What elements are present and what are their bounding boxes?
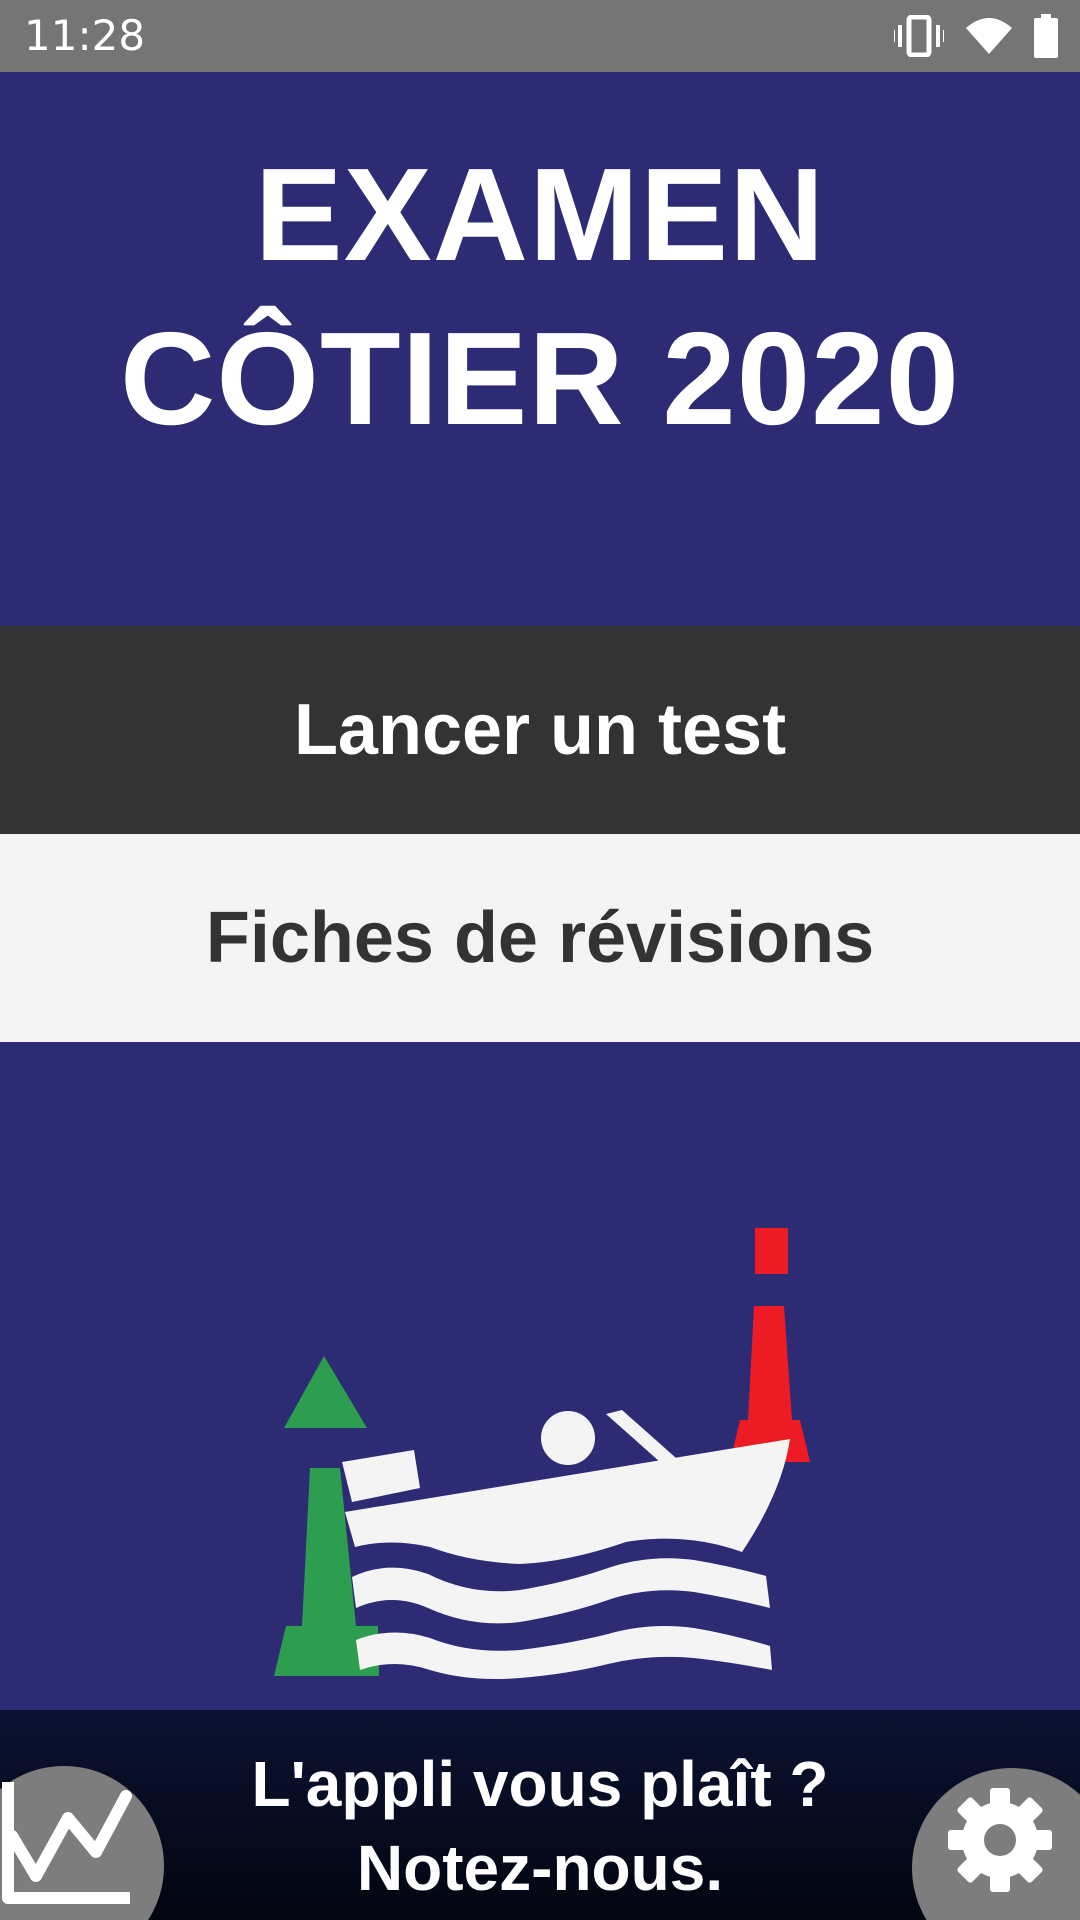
boat-between-buoys-illustration [274, 1228, 810, 1679]
revision-sheets-button[interactable]: Fiches de révisions [0, 834, 1080, 1042]
boat-illustration [0, 1042, 1080, 1710]
boat-icon [342, 1410, 790, 1679]
red-buoy-icon [730, 1228, 810, 1462]
app-header: EXAMEN CÔTIER 2020 [0, 72, 1080, 626]
status-time: 11:28 [24, 11, 146, 60]
rate-app-banner[interactable]: L'appli vous plaît ? Notez-nous. [0, 1710, 1080, 1920]
vibrate-icon [894, 15, 944, 57]
start-test-button[interactable]: Lancer un test [0, 626, 1080, 834]
battery-icon [1034, 14, 1058, 58]
app-title-line-1: EXAMEN [254, 141, 826, 288]
settings-button[interactable] [912, 1768, 1080, 1920]
status-bar: 11:28 [0, 0, 1080, 72]
stats-button[interactable] [0, 1766, 164, 1920]
app-title-line-2: CÔTIER 2020 [120, 305, 960, 452]
status-icons [894, 12, 1058, 60]
stats-chart-icon [2, 1782, 132, 1904]
settings-gear-icon [948, 1788, 1052, 1892]
wifi-icon [966, 16, 1012, 56]
